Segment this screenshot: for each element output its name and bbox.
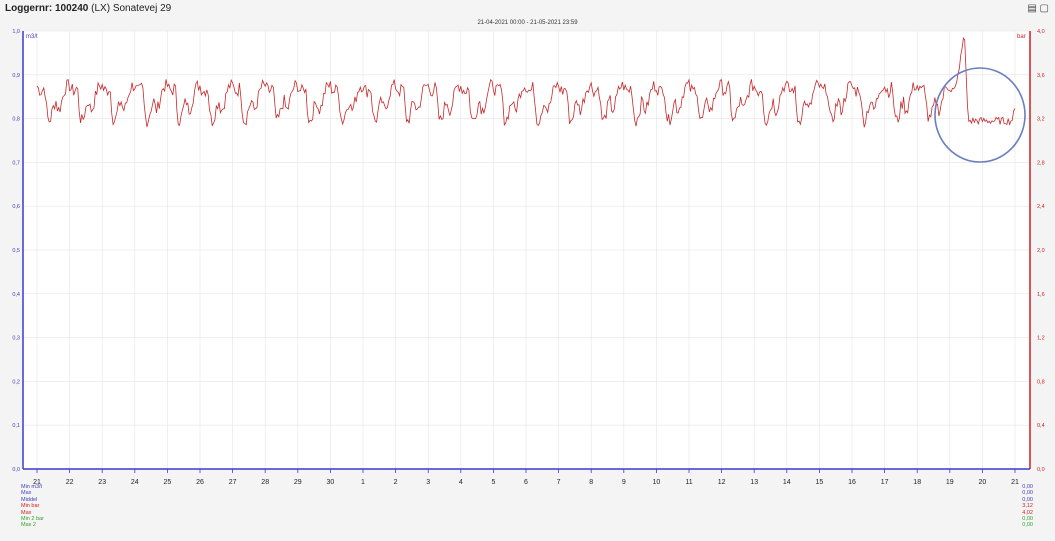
right-tick-label: 1,6 — [1037, 292, 1045, 298]
left-tick-label: 0,0 — [12, 467, 20, 473]
right-tick-label: 4,0 — [1037, 29, 1045, 35]
right-tick-label: 0,0 — [1037, 467, 1045, 473]
x-axis-ticks: 21 22 23 24 25 26 27 28 29 30 1 2 3 4 5 6 7 8 9 10 11 12 13 14 1… — [33, 469, 1019, 484]
left-tick-label: 1,0 — [12, 29, 20, 35]
right-axis-label: bar — [1017, 34, 1026, 40]
left-tick-label: 0,2 — [12, 379, 20, 385]
left-axis-label: m3/t — [26, 34, 38, 40]
left-tick-label: 0,8 — [12, 117, 20, 123]
right-tick-label: 3,2 — [1037, 117, 1045, 123]
legend-row: Max 2 0,00 — [21, 522, 1033, 528]
left-tick-label: 0,5 — [12, 248, 20, 254]
left-tick-label: 0,3 — [12, 336, 20, 342]
legend: Min m3/t 0,00 Max 0,00 Middel 0,00 Min bar 3,12… — [21, 484, 1033, 529]
right-axis-ticks: 0,0 0,4 0,8 1,2 1,6 2,0 2,4 2,8 3,2 3,6 4,0 — [1037, 29, 1045, 473]
right-tick-label: 3,6 — [1037, 73, 1045, 79]
legend-label: Max 2 — [21, 522, 36, 529]
left-tick-label: 0,1 — [12, 423, 20, 429]
legend-value: 0,00 — [1022, 522, 1033, 529]
right-tick-label: 0,8 — [1037, 379, 1045, 385]
right-tick-label: 1,2 — [1037, 336, 1045, 342]
left-tick-label: 0,4 — [12, 292, 20, 298]
left-tick-label: 0,9 — [12, 73, 20, 79]
left-tick-label: 0,7 — [12, 160, 20, 166]
line-chart: 0,0 0,1 0,2 0,3 0,4 0,5 0,6 0,7 0,8 0,9 1,0 0,0 0,4… — [12, 29, 1045, 484]
right-tick-label: 2,4 — [1037, 204, 1045, 210]
right-tick-label: 2,8 — [1037, 160, 1045, 166]
right-tick-label: 0,4 — [1037, 423, 1045, 429]
left-axis-ticks: 0,0 0,1 0,2 0,3 0,4 0,5 0,6 0,7 0,8 0,9 1,0 — [12, 29, 20, 473]
right-tick-label: 2,0 — [1037, 248, 1045, 254]
left-tick-label: 0,6 — [12, 204, 20, 210]
